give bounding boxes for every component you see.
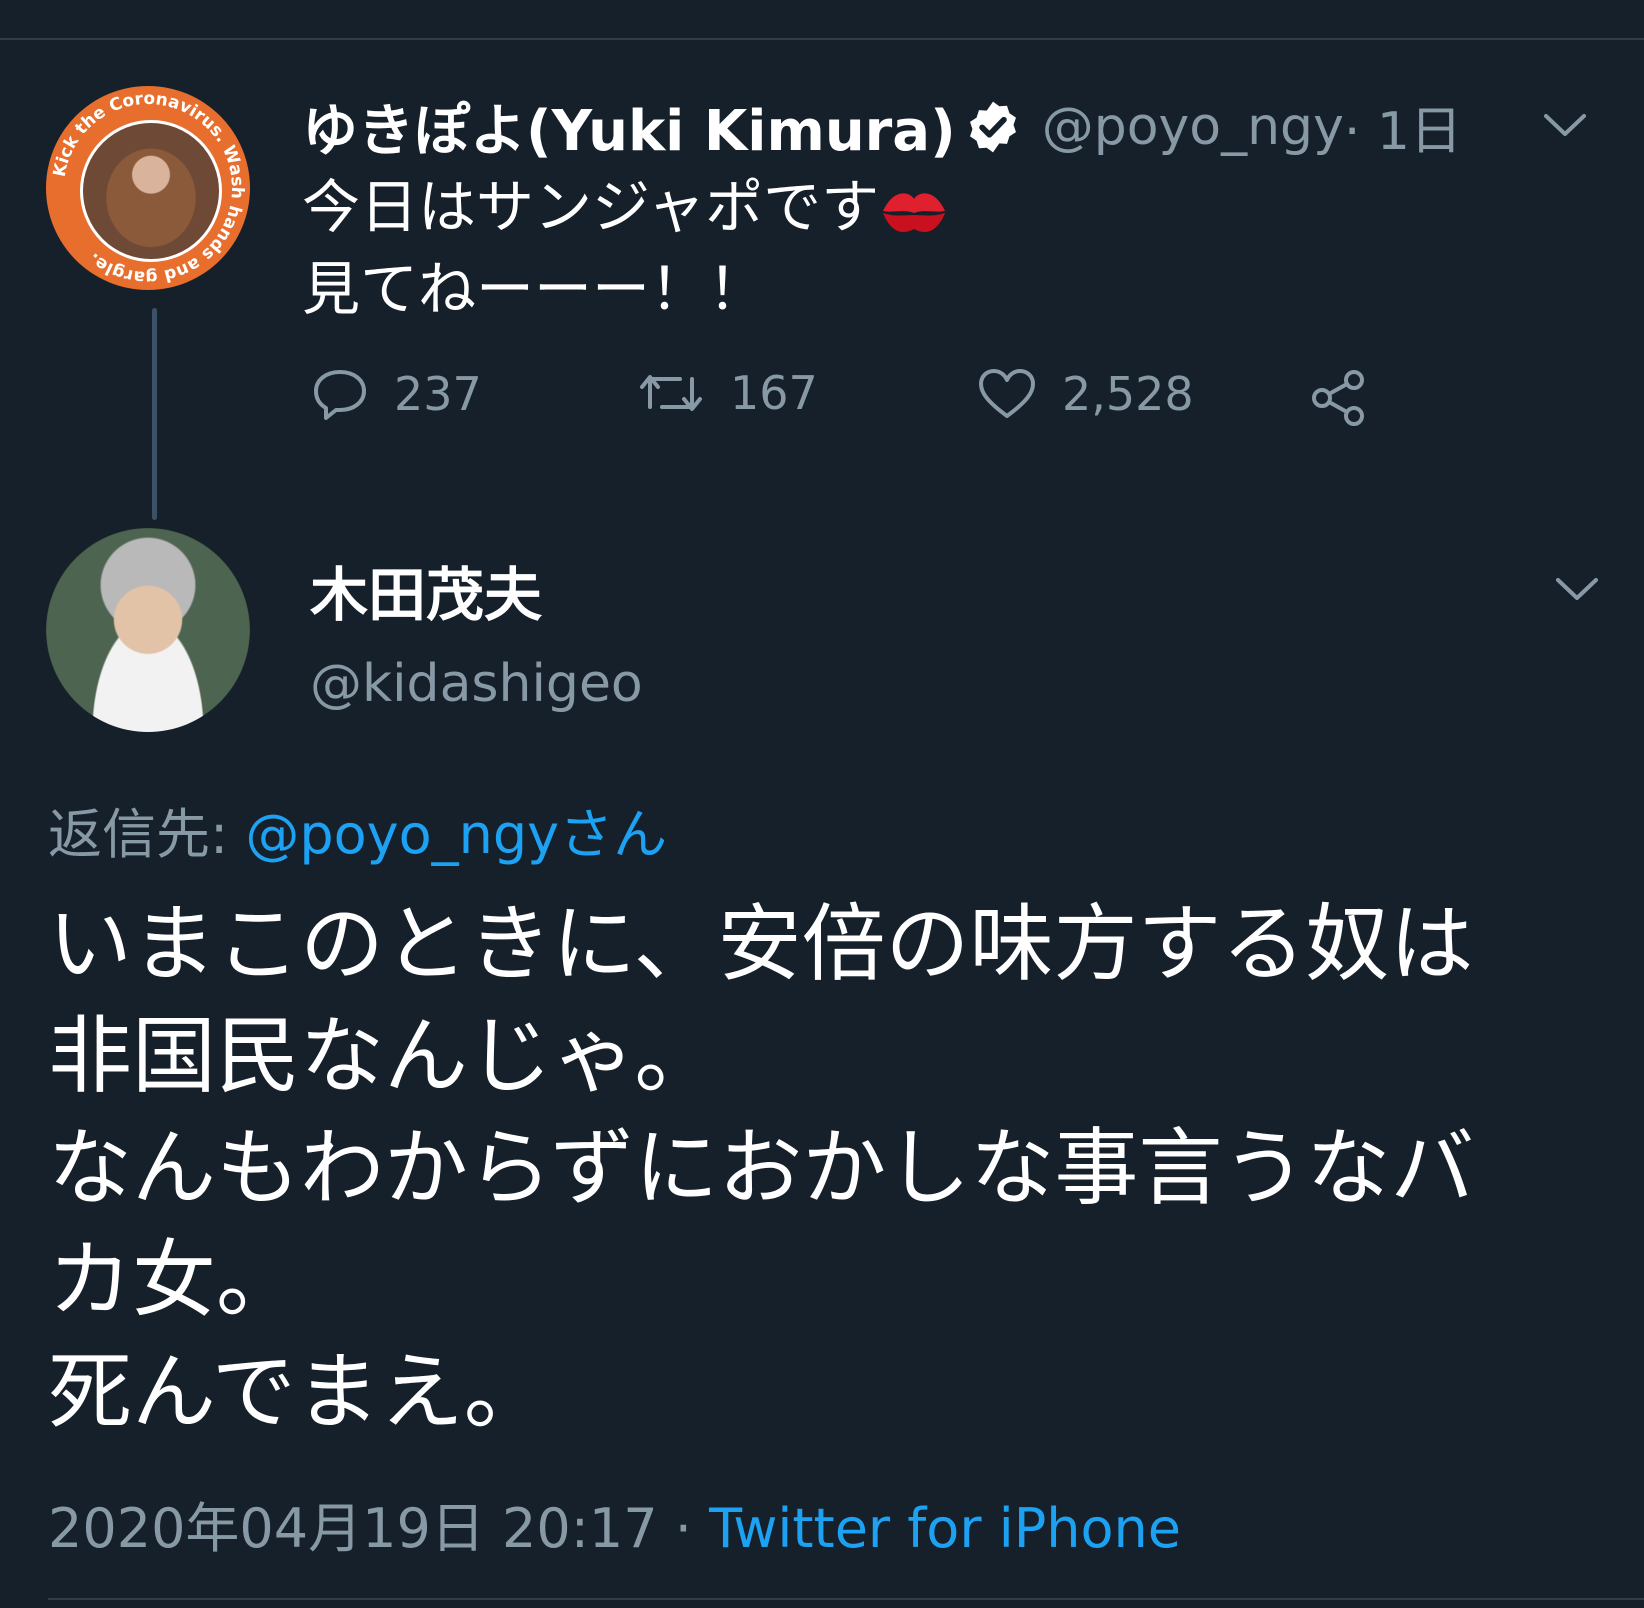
display-name[interactable]: ゆきぽよ(Yuki Kimura) [302, 86, 956, 167]
like-action[interactable]: 2,528 [976, 366, 1194, 422]
avatar-kidashigeo[interactable] [46, 528, 250, 732]
user-handle[interactable]: @kidashigeo [310, 654, 643, 714]
tweet-timestamp[interactable]: 2020年04月19日 20:17 [48, 1497, 658, 1560]
retweet-count: 167 [730, 366, 818, 420]
retweet-icon [640, 375, 702, 411]
replying-to-label: 返信先: [48, 803, 246, 866]
tweet1-header: ゆきぽよ(Yuki Kimura) @poyo_ngy · 1日 [302, 86, 1462, 167]
bottom-divider [48, 1598, 1644, 1600]
verified-badge-icon [969, 101, 1016, 152]
tweet-source-link[interactable]: Twitter for iPhone [709, 1497, 1181, 1560]
svg-text:Kick the Coronavirus. Wash han: Kick the Coronavirus. Wash hands and gar… [50, 89, 247, 287]
share-icon [1312, 370, 1364, 426]
top-divider [0, 38, 1644, 40]
display-name[interactable]: 木田茂夫 [310, 548, 542, 632]
tweet-metadata: 2020年04月19日 20:17 · Twitter for iPhone [48, 1484, 1181, 1563]
meta-separator: · [657, 1497, 710, 1560]
thread-connector-line [152, 308, 157, 520]
tweet1-text-line1: 今日はサンジャポです [302, 173, 880, 241]
tweet-relative-time[interactable]: · 1日 [1344, 89, 1462, 164]
replying-to-link[interactable]: @poyo_ngyさん [245, 803, 667, 866]
avatar-yukipoyo[interactable]: Kick the Coronavirus. Wash hands and gar… [46, 86, 250, 290]
retweet-action[interactable]: 167 [636, 366, 818, 420]
chevron-down-icon[interactable] [1540, 108, 1590, 142]
tweet2-text: いまこのときに、安倍の味方する奴は 非国民なんじゃ。 なんもわからずにおかしな事… [48, 895, 1475, 1441]
like-count: 2,528 [1062, 367, 1194, 421]
tweet1-text-line2: 見てねーーー！！ [302, 255, 767, 323]
user-handle[interactable]: @poyo_ngy [1042, 97, 1344, 157]
avatar-ring-caption: Kick the Coronavirus. Wash hands and gar… [50, 89, 247, 287]
replying-to: 返信先: @poyo_ngyさん [48, 790, 667, 869]
heart-icon [979, 369, 1035, 418]
share-action[interactable] [1308, 368, 1394, 428]
kiss-mark-emoji [883, 193, 946, 232]
tweet1-text: 今日はサンジャポです 見てねーーー！！ [302, 166, 949, 330]
chevron-down-icon[interactable] [1552, 572, 1602, 606]
reply-count: 237 [394, 367, 482, 421]
reply-bubble-icon [314, 370, 366, 420]
reply-action[interactable]: 237 [310, 366, 482, 422]
